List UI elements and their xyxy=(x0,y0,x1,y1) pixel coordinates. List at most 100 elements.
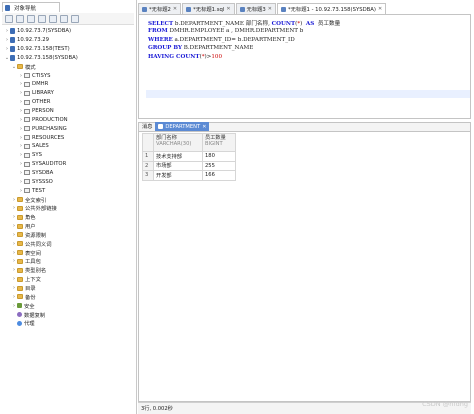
tree-item-label: SYSDBA xyxy=(32,169,54,176)
tree-item-label: SYSAUDITOR xyxy=(32,161,67,168)
database-icon xyxy=(10,46,15,53)
tab-department[interactable]: DEPARTMENT ✕ xyxy=(155,122,210,131)
tree-item[interactable]: › 公共同义词 xyxy=(11,239,52,248)
replication-icon xyxy=(17,312,22,318)
tree-item[interactable]: › PERSON xyxy=(18,107,54,116)
new-connection-icon[interactable] xyxy=(5,14,13,23)
close-icon[interactable]: ✕ xyxy=(268,6,272,12)
tree-item[interactable]: › LIBRARY xyxy=(18,89,54,98)
table-header-row: 部门名称 VARCHAR(30) 员工数量 BIGINT xyxy=(142,133,236,152)
tree-item[interactable]: › 资源限制 xyxy=(11,231,46,240)
tree-item[interactable]: › 工具包 xyxy=(11,257,41,266)
tree-item[interactable]: › 上下文 xyxy=(11,275,41,284)
security-icon xyxy=(17,303,22,309)
tree-item[interactable]: › SALES xyxy=(18,142,49,151)
tree-item[interactable]: › RESOURCES xyxy=(18,133,64,142)
folder-icon xyxy=(17,294,23,300)
table-cell[interactable]: 市场部 xyxy=(153,160,203,171)
tab-label: *无标题2 xyxy=(149,7,171,13)
folder-icon xyxy=(17,214,23,220)
table-row[interactable]: 1 技术支持部 180 xyxy=(142,151,236,162)
tree-item[interactable]: ⌄ 模式 xyxy=(11,62,36,71)
sql-line-5: HAVING COUNT(*)>100 xyxy=(148,54,223,60)
tree-item-label: 工具包 xyxy=(25,259,41,266)
sql-line-2: FROM DMHR.EMPLOYEE a , DMHR.DEPARTMENT b xyxy=(148,28,304,34)
tree-item[interactable]: › 目录 xyxy=(11,284,36,293)
table-row[interactable]: 2 市场部 255 xyxy=(142,160,236,171)
tree-item[interactable]: › 表空间 xyxy=(11,248,41,257)
object-navigator-panel: 对象导航 › 10.92.73.7(SYSDBA) › 10.92.73.29 › 10.… xyxy=(0,0,137,414)
table-cell[interactable]: 开发部 xyxy=(153,170,203,181)
tree-item[interactable]: › SYSDBA xyxy=(18,169,53,178)
sql-file-icon xyxy=(142,6,147,12)
tab-label: 无标题3 xyxy=(246,7,266,13)
tree-item-label: TEST xyxy=(32,187,46,194)
column-header[interactable]: 员工数量 BIGINT xyxy=(202,133,236,152)
table-cell[interactable]: 255 xyxy=(202,160,236,171)
tree-item-label: 10.92.73.7(SYSDBA) xyxy=(17,28,72,35)
filter-icon[interactable] xyxy=(49,14,57,23)
row-number: 3 xyxy=(142,170,154,181)
tree-item-label: PERSON xyxy=(32,108,54,115)
table-row[interactable]: 3 开发部 166 xyxy=(142,170,236,181)
tab-messages[interactable]: 消息 xyxy=(139,122,155,131)
tree-item[interactable]: › 安全 xyxy=(11,301,35,310)
folder-icon xyxy=(17,250,23,256)
tree-item[interactable]: › 用户 xyxy=(11,222,36,231)
tree-item[interactable]: ⌄ 10.92.73.158(SYSDBA) xyxy=(4,54,78,63)
tree-item[interactable]: › PRODUCTION xyxy=(18,116,68,125)
refresh-icon[interactable] xyxy=(27,14,35,23)
close-icon[interactable]: ✕ xyxy=(173,6,177,12)
tab-untitled2[interactable]: *无标题2 ✕ xyxy=(138,3,182,14)
tree-item[interactable]: › OTHER xyxy=(18,98,50,107)
tree-item[interactable]: 代理 xyxy=(11,319,35,328)
link-icon[interactable] xyxy=(71,14,79,23)
tree-item[interactable]: › TEST xyxy=(18,186,45,195)
disconnect-icon[interactable] xyxy=(16,14,24,23)
tree-item[interactable]: › 类型别名 xyxy=(11,266,46,275)
tree-item[interactable]: › 10.92.73.158(TEST) xyxy=(4,45,70,54)
tree-item[interactable]: 数据复制 xyxy=(11,310,45,319)
schema-icon xyxy=(24,135,30,141)
tree-item-label: 公共同义词 xyxy=(25,241,52,248)
schema-icon xyxy=(24,126,30,132)
column-header[interactable]: 部门名称 VARCHAR(30) xyxy=(153,133,203,152)
navigator-tab[interactable]: 对象导航 xyxy=(2,2,60,12)
tree-item[interactable]: › SYSAUDITOR xyxy=(18,160,66,169)
tab-untitled1-sysdba[interactable]: *无标题1 - 10.92.73.158(SYSDBA) ✕ xyxy=(276,3,387,14)
folder-icon xyxy=(17,223,23,229)
tree-item[interactable]: › SYSSSO xyxy=(18,177,53,186)
tree-item[interactable]: › 备份 xyxy=(11,293,36,302)
tree-item[interactable]: › 10.92.73.7(SYSDBA) xyxy=(4,27,71,36)
schema-icon xyxy=(24,170,30,176)
tree-item[interactable]: › 10.92.73.29 xyxy=(4,36,49,45)
collapse-all-icon[interactable] xyxy=(60,14,68,23)
schema-icon xyxy=(24,179,30,185)
close-icon[interactable]: ✕ xyxy=(378,6,382,12)
row-number: 2 xyxy=(142,160,154,171)
tree-item[interactable]: › 公共外部链接 xyxy=(11,204,57,213)
tree-item-label: PURCHASING xyxy=(32,125,67,132)
tree-item-label: SALES xyxy=(32,143,49,150)
tree-item-label: 数据复制 xyxy=(24,312,46,319)
tree-item[interactable]: › SYS xyxy=(18,151,42,160)
tree-item[interactable]: › PURCHASING xyxy=(18,124,67,133)
schema-icon xyxy=(24,161,30,167)
table-cell[interactable]: 180 xyxy=(202,151,236,162)
table-cell[interactable]: 技术支持部 xyxy=(153,151,203,162)
tab-untitled1-sql[interactable]: *无标题1.sql ✕ xyxy=(182,3,235,14)
tree-item[interactable]: › 全文索引 xyxy=(11,195,46,204)
search-icon[interactable] xyxy=(38,14,46,23)
tree-item-label: 安全 xyxy=(24,303,35,310)
close-icon[interactable]: ✕ xyxy=(202,124,206,130)
close-icon[interactable]: ✕ xyxy=(226,6,230,12)
table-cell[interactable]: 166 xyxy=(202,170,236,181)
tree-item-label: RESOURCES xyxy=(32,134,65,141)
editor-tab-bar: *无标题2 ✕ *无标题1.sql ✕ 无标题3 ✕ *无标题1 - 10.92.73… xyxy=(138,3,474,14)
tree-item[interactable]: › DMHR xyxy=(18,80,48,89)
tree-item-label: SYS xyxy=(32,152,42,159)
folder-icon xyxy=(17,267,23,273)
tree-item[interactable]: › CTISYS xyxy=(18,71,50,80)
tab-untitled3[interactable]: 无标题3 ✕ xyxy=(235,3,276,14)
tree-item[interactable]: › 角色 xyxy=(11,213,36,222)
